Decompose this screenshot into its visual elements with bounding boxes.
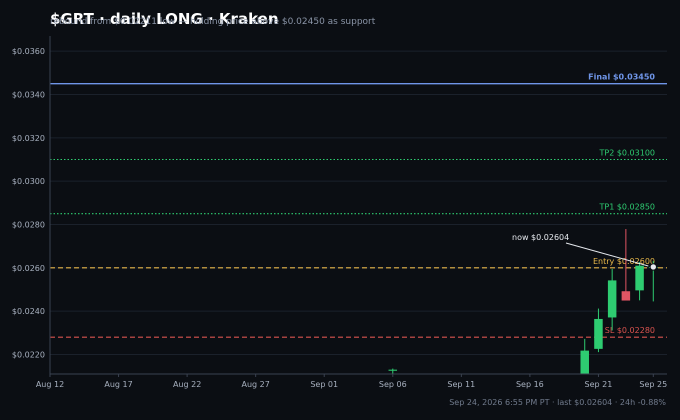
x-tick-label: Sep 25 [639,380,667,389]
candle-body [594,318,603,349]
candle-body [580,350,589,374]
tp2-level-label: TP2 $0.03100 [598,149,655,158]
status-footer: Sep 24, 2026 6:55 PM PT · last $0.02604 … [449,398,666,407]
now-marker [649,263,657,271]
y-tick-label: $0.0300 [12,177,45,186]
now-annotation-label: now $0.02604 [512,233,569,242]
candle-layer [388,229,658,374]
x-tick-label: Aug 27 [241,380,269,389]
x-tick-label: Aug 17 [104,380,132,389]
y-tick-label: $0.0340 [12,91,45,100]
y-tick-label: $0.0260 [12,264,45,273]
x-tick-label: Aug 22 [173,380,201,389]
axis-layer: $0.0220 $0.0240 $0.0260 $0.0280 $0.0300 $0.03… [12,36,667,389]
y-tick-label: $0.0220 [12,351,45,360]
level-layer: Final $0.03450 TP2 $0.03100 TP1 $0.02850 En… [50,73,667,338]
x-tick-label: Sep 06 [379,380,407,389]
x-tick-label: Sep 16 [516,380,544,389]
x-tick-label: Sep 01 [310,380,338,389]
x-tick-label: Aug 12 [36,380,64,389]
y-tick-label: $0.0320 [12,134,45,143]
entry-level-label: Entry $0.02600 [593,257,655,266]
y-tick-label: $0.0280 [12,221,45,230]
price-chart: Final $0.03450 TP2 $0.03100 TP1 $0.02850 En… [12,36,667,389]
x-tick-label: Sep 21 [585,380,613,389]
final-level-label: Final $0.03450 [588,73,655,82]
y-tick-label: $0.0360 [12,47,45,56]
y-tick-label: $0.0240 [12,307,45,316]
candle-body [621,291,631,301]
x-tick-label: Sep 11 [447,380,475,389]
tp1-level-label: TP1 $0.02850 [598,203,655,212]
candle-body [635,265,644,291]
candle-body [388,369,398,371]
grid-layer [50,50,667,355]
candle-body [607,280,617,318]
